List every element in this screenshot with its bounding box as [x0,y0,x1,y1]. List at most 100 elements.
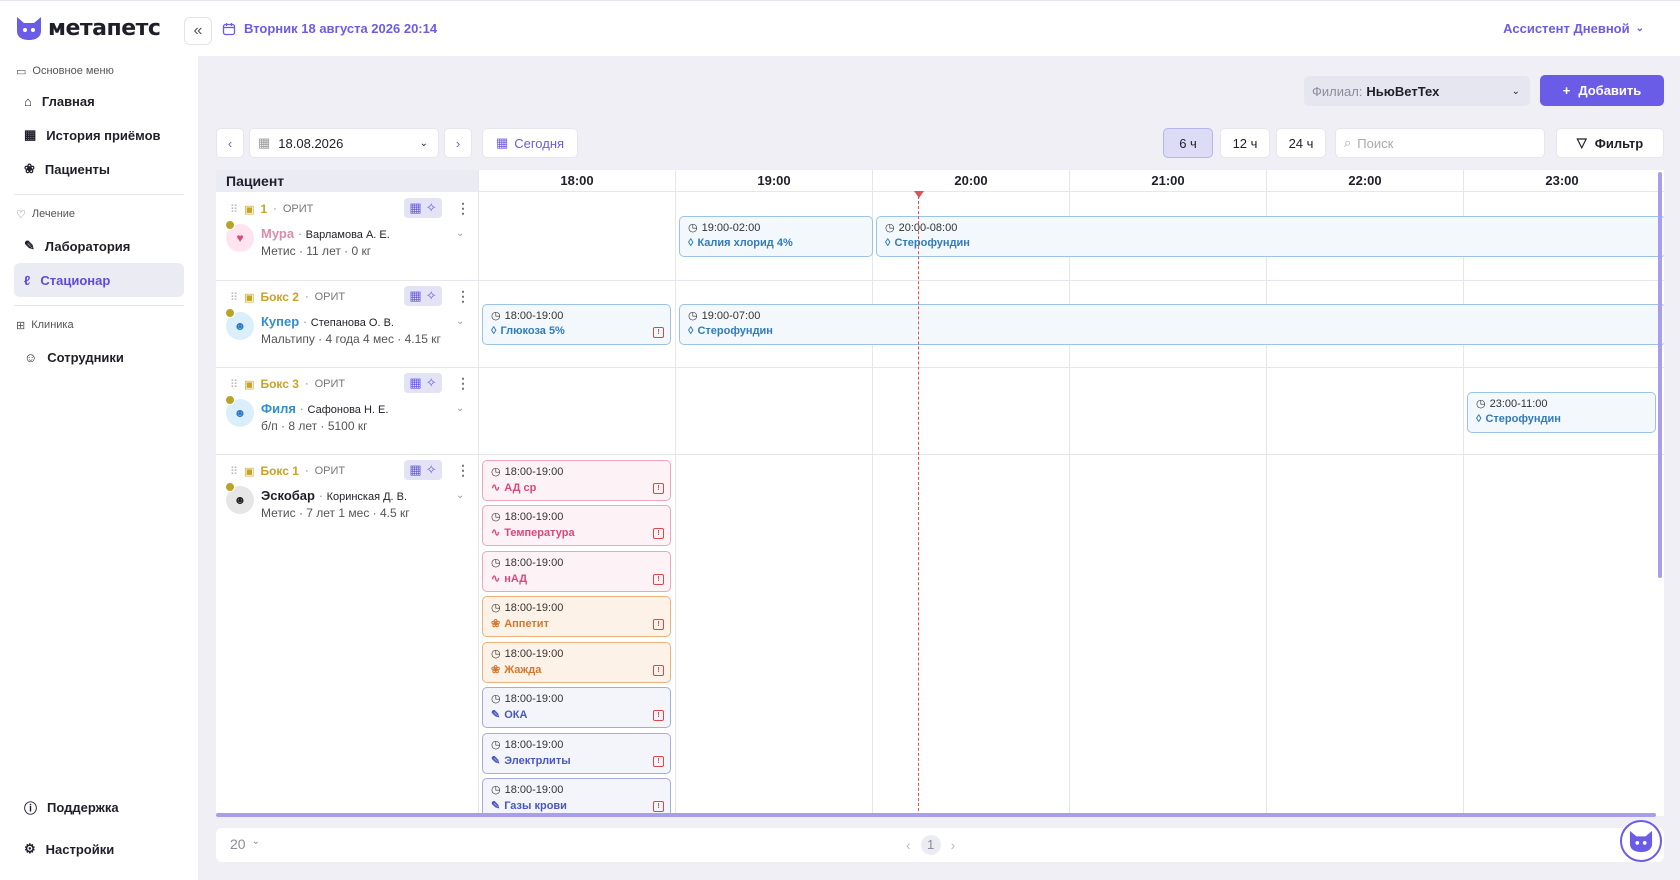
patient-actions[interactable]: ▦ ✧ [404,373,442,393]
box-info: ⠿ ▣ Бокс 3 · ОРИТ [230,377,345,391]
users-icon: ☺ [24,349,38,365]
clock-icon: ◷ [688,310,698,322]
patient-name[interactable]: Эскобар [261,488,315,503]
filial-select[interactable]: Филиал: НьюВетТех ⌄ [1304,76,1530,106]
sidebar-item-patients[interactable]: ❀ Пациенты [14,152,184,186]
drag-handle-icon[interactable]: ⠿ [230,465,238,478]
owner-name: Степанова О. В. [310,317,394,329]
hour-header: 22:00 [1266,170,1463,192]
procedure-card[interactable]: ◷ 18:00-19:00 ✎ Электрлиты ! [482,733,671,774]
search-field[interactable]: ⌕ Поиск [1335,128,1545,158]
info-icon: ⓘ [24,800,38,816]
page-size-select[interactable]: 20 ⌄ [230,836,260,852]
prev-date-button[interactable]: ‹ [216,128,244,158]
more-menu-icon[interactable]: ⋮ [456,200,470,217]
sidebar-item-history[interactable]: ▦ История приёмов [14,118,184,152]
hour-header: 21:00 [1069,170,1266,192]
chevron-down-icon[interactable]: ⌄ [456,228,464,239]
sidebar-item-lab[interactable]: ✎ Лаборатория [14,229,184,263]
pipette-icon: ✎ [491,709,501,721]
range-12h-label: 12 ч [1232,135,1258,151]
patient-actions[interactable]: ▦ ✧ [404,198,442,218]
logo[interactable]: метапетс [14,15,161,41]
card-name: ∿ Температура [491,526,662,540]
wand-icon: ✧ [425,462,437,477]
separator-dot: · [273,203,277,215]
section-clinic-label: Клиника [31,319,74,331]
next-date-button[interactable]: › [444,128,472,158]
patient-row[interactable]: ⠿ ▣ Бокс 2 · ОРИТ ▦ ✧ ⋮ ☻ Купер · Степано… [216,280,478,367]
horizontal-scrollbar[interactable] [216,813,1656,817]
chevron-down-icon: ⌄ [251,836,260,847]
procedure-card[interactable]: ◷ 18:00-19:00 ✎ Газы крови ! [482,778,671,816]
sidebar-item-support[interactable]: ⓘ Поддержка [14,790,184,824]
sidebar-item-hospital[interactable]: ℓ Стационар [14,263,184,297]
patient-name-line: Купер · Степанова О. В. [261,314,394,329]
procedure-card[interactable]: ◷ 20:00-08:00 ◊ Стерофундин [876,216,1664,257]
range-6h-button[interactable]: 6 ч [1163,128,1213,158]
procedure-card[interactable]: ◷ 19:00-02:00 ◊ Калия хлорид 4% [679,216,873,257]
patient-actions[interactable]: ▦ ✧ [404,460,442,480]
chevron-right-icon[interactable]: › [951,837,956,853]
procedure-card[interactable]: ◷ 18:00-19:00 ❀ Аппетит ! [482,596,671,637]
chevron-down-icon[interactable]: ⌄ [456,490,464,501]
vertical-scrollbar[interactable] [1658,172,1662,578]
patient-name[interactable]: Филя [261,401,296,416]
filter-button[interactable]: ▽ Фильтр [1556,128,1664,158]
card-time: ◷ 18:00-19:00 [491,647,662,661]
range-12h-button[interactable]: 12 ч [1220,128,1270,158]
more-menu-icon[interactable]: ⋮ [456,462,470,479]
patient-actions[interactable]: ▦ ✧ [404,286,442,306]
procedure-card[interactable]: ◷ 18:00-19:00 ∿ Температура ! [482,505,671,546]
status-dot [225,308,235,318]
procedure-card[interactable]: ◷ 19:00-07:00 ◊ Стерофундин [679,304,1664,345]
page-size-value: 20 [230,836,246,852]
sidebar-item-staff[interactable]: ☺ Сотрудники [14,340,184,374]
box-icon: ▣ [244,465,255,478]
card-name: ◊ Калия хлорид 4% [688,237,864,249]
range-24h-button[interactable]: 24 ч [1276,128,1326,158]
patient-row[interactable]: ⠿ ▣ 1 · ОРИТ ▦ ✧ ⋮ ♥ Мура · Варламова А. … [216,192,478,280]
assistant-bot-button[interactable] [1620,820,1662,862]
current-time-line [918,191,919,811]
add-button[interactable]: + Добавить [1540,75,1664,106]
procedure-card[interactable]: ◷ 18:00-19:00 ✎ ОКА ! [482,687,671,728]
date-picker[interactable]: ▦ 18.08.2026 ⌄ [249,128,439,158]
card-name: ✎ ОКА [491,708,662,722]
patient-name[interactable]: Купер [261,314,299,329]
chevron-down-icon[interactable]: ⌄ [456,316,464,327]
sidebar-item-label: Настройки [45,841,115,857]
chevron-down-icon[interactable]: ⌄ [456,403,464,414]
procedure-card[interactable]: ◷ 23:00-11:00 ◊ Стерофундин [1467,392,1656,433]
drag-handle-icon[interactable]: ⠿ [230,203,238,216]
alert-flag-icon: ! [653,801,664,812]
procedure-card[interactable]: ◷ 18:00-19:00 ∿ АД ср ! [482,460,671,501]
sidebar-item-settings[interactable]: ⚙ Настройки [14,832,184,866]
drag-handle-icon[interactable]: ⠿ [230,378,238,391]
collapse-sidebar-button[interactable]: « [184,17,212,45]
more-menu-icon[interactable]: ⋮ [456,375,470,392]
card-time: ◷ 18:00-19:00 [491,465,662,479]
grid-line [675,170,676,816]
procedure-card[interactable]: ◷ 18:00-19:00 ∿ нАД ! [482,551,671,592]
more-menu-icon[interactable]: ⋮ [456,288,470,305]
card-time: ◷ 18:00-19:00 [491,692,662,706]
alert-flag-icon: ! [653,483,664,494]
chevron-left-icon[interactable]: ‹ [906,837,911,853]
card-time-text: 19:00-02:00 [701,221,761,234]
separator-dot: · [299,401,304,416]
sidebar-item-home[interactable]: ⌂ Главная [14,84,184,118]
patient-row[interactable]: ⠿ ▣ Бокс 3 · ОРИТ ▦ ✧ ⋮ ☻ Филя · Сафонова… [216,367,478,454]
card-time: ◷ 19:00-02:00 [688,221,864,235]
procedure-card[interactable]: ◷ 18:00-19:00 ◊ Глюкоза 5% ! [482,304,671,345]
today-button[interactable]: ▦ Сегодня [482,128,578,158]
user-menu[interactable]: Ассистент Дневной ⌄ [1503,21,1644,36]
patient-row[interactable]: ⠿ ▣ Бокс 1 · ОРИТ ▦ ✧ ⋮ ☻ Эскобар · Корин… [216,454,478,814]
drag-handle-icon[interactable]: ⠿ [230,291,238,304]
sidebar-item-label: Главная [41,93,95,109]
patient-name-line: Филя · Сафонова Н. Е. [261,401,388,416]
page-number[interactable]: 1 [920,835,941,855]
procedure-card[interactable]: ◷ 18:00-19:00 ❀ Жажда ! [482,642,671,683]
patient-name[interactable]: Мура [261,226,294,241]
card-name: ◊ Глюкоза 5% [491,325,662,337]
